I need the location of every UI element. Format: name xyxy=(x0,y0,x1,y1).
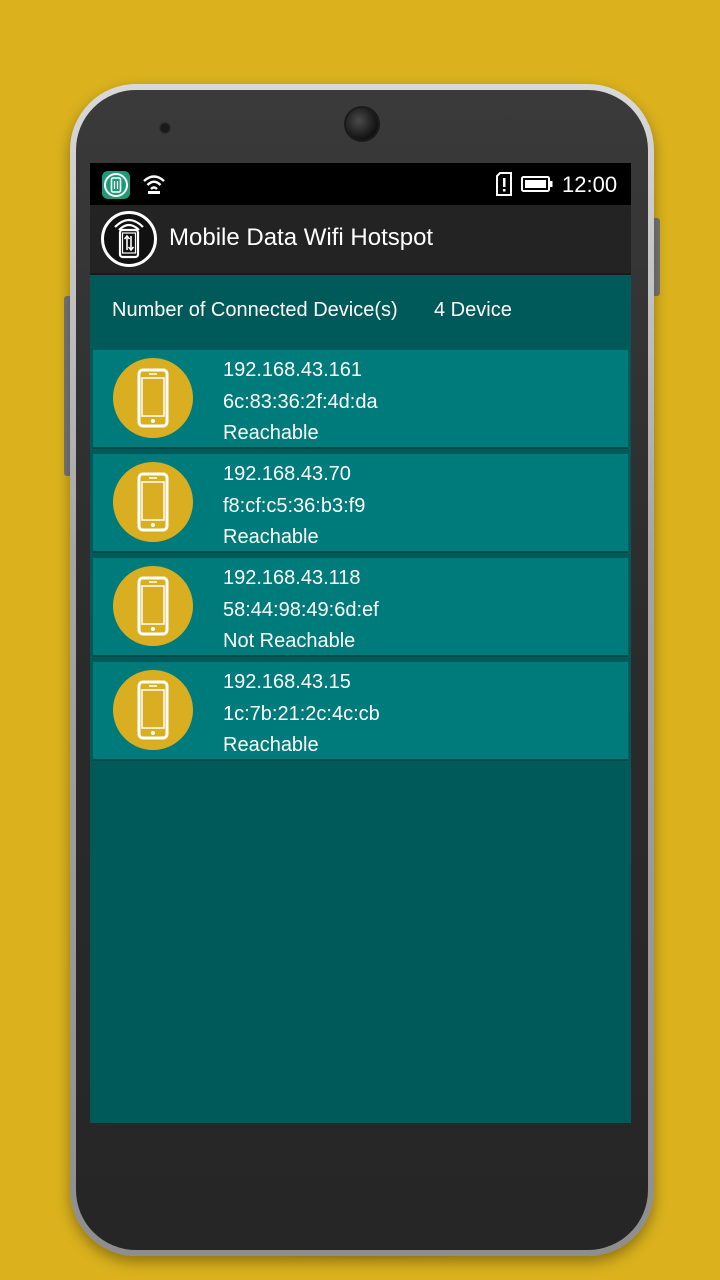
wifi-icon xyxy=(142,173,166,195)
device-ip: 192.168.43.161 xyxy=(223,359,363,381)
device-status: Reachable xyxy=(223,422,319,444)
device-row[interactable]: 192.168.43.161 6c:83:36:2f:4d:da Reachab… xyxy=(93,350,628,449)
device-row[interactable]: 192.168.43.70 f8:cf:c5:36:b3:f9 Reachabl… xyxy=(93,454,628,553)
device-status: Not Reachable xyxy=(223,630,356,652)
device-row[interactable]: 192.168.43.15 1c:7b:21:2c:4c:cb Reachabl… xyxy=(93,662,628,761)
device-status: Reachable xyxy=(223,526,319,548)
app-bar: Mobile Data Wifi Hotspot xyxy=(90,205,631,275)
smartphone-icon xyxy=(113,462,193,542)
screen: 12:00 Mobile Data Wifi Hotspot Number of… xyxy=(90,163,631,1123)
device-list: 192.168.43.161 6c:83:36:2f:4d:da Reachab… xyxy=(93,350,628,766)
device-ip: 192.168.43.70 xyxy=(223,463,351,485)
smartphone-icon xyxy=(113,670,193,750)
front-camera xyxy=(346,108,378,140)
connected-count-label: Number of Connected Device(s) xyxy=(112,299,398,321)
smartphone-icon xyxy=(113,566,193,646)
connected-count-value: 4 Device xyxy=(434,299,512,321)
device-ip: 192.168.43.15 xyxy=(223,671,351,693)
status-clock: 12:00 xyxy=(562,172,618,197)
device-mac: f8:cf:c5:36:b3:f9 xyxy=(223,494,366,517)
proximity-sensor xyxy=(159,122,171,134)
hotspot-logo-icon xyxy=(101,211,157,267)
smartphone-icon xyxy=(113,358,193,438)
status-bar: 12:00 xyxy=(90,163,631,205)
sim-alert-icon xyxy=(495,172,513,196)
device-mac: 1c:7b:21:2c:4c:cb xyxy=(223,702,380,725)
device-mac: 6c:83:36:2f:4d:da xyxy=(223,390,378,413)
device-mac: 58:44:98:49:6d:ef xyxy=(223,598,379,621)
device-row[interactable]: 192.168.43.118 58:44:98:49:6d:ef Not Rea… xyxy=(93,558,628,657)
app-notification-icon xyxy=(102,171,130,199)
device-ip: 192.168.43.118 xyxy=(223,567,361,589)
battery-icon xyxy=(521,176,553,192)
connected-count-bar: Number of Connected Device(s) 4 Device xyxy=(90,275,631,350)
device-status: Reachable xyxy=(223,734,319,756)
app-title: Mobile Data Wifi Hotspot xyxy=(169,224,434,251)
